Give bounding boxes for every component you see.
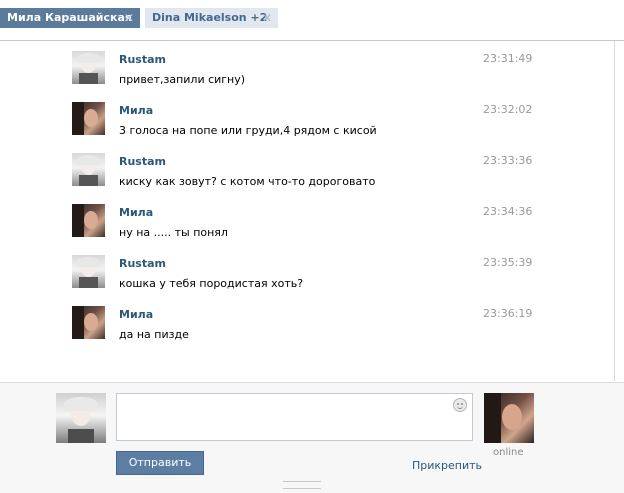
message-author[interactable]: Мила	[119, 104, 153, 117]
attach-link[interactable]: Прикрепить	[412, 459, 482, 472]
peer-avatar[interactable]	[484, 393, 534, 443]
message-time: 23:34:36	[483, 205, 533, 218]
message-text: киску как зовут? с котом что-то дорогова…	[119, 175, 376, 188]
avatar[interactable]	[72, 102, 105, 135]
close-icon[interactable]: ✕	[262, 8, 272, 28]
resize-handle[interactable]	[283, 481, 321, 489]
close-icon[interactable]: ✕	[124, 8, 134, 28]
message-row: Мила 3 голоса на попе или груди,4 рядом …	[72, 92, 542, 137]
compose-panel: Отправить Прикрепить online	[0, 382, 624, 493]
avatar[interactable]	[72, 204, 105, 237]
my-avatar[interactable]	[56, 393, 106, 443]
chat-tab-bar: Мила Карашайская ✕ Dina Mikaelson +2 ✕	[0, 0, 624, 41]
message-author[interactable]: Мила	[119, 206, 153, 219]
message-input[interactable]	[116, 393, 473, 441]
tab-mila[interactable]: Мила Карашайская ✕	[0, 8, 140, 28]
smile-icon[interactable]	[453, 398, 467, 412]
avatar[interactable]	[72, 306, 105, 339]
avatar[interactable]	[72, 255, 105, 288]
tab-dina[interactable]: Dina Mikaelson +2 ✕	[145, 8, 278, 28]
message-text: привет,запили сигну)	[119, 73, 246, 86]
message-row: Rustam киску как зовут? с котом что-то д…	[72, 143, 542, 188]
message-author[interactable]: Rustam	[119, 155, 166, 168]
message-row: Мила ну на ..... ты понял 23:34:36	[72, 194, 542, 239]
tab-label: Dina Mikaelson +2	[152, 11, 268, 24]
message-time: 23:36:19	[483, 307, 533, 320]
tab-label: Мила Карашайская	[7, 11, 132, 24]
message-text: ну на ..... ты понял	[119, 226, 228, 239]
message-time: 23:31:49	[483, 52, 533, 65]
message-text: 3 голоса на попе или груди,4 рядом с кис…	[119, 124, 377, 137]
peer-status: online	[493, 447, 524, 458]
message-author[interactable]: Rustam	[119, 53, 166, 66]
message-author[interactable]: Мила	[119, 308, 153, 321]
send-button[interactable]: Отправить	[116, 451, 204, 475]
avatar[interactable]	[72, 153, 105, 186]
message-time: 23:33:36	[483, 154, 533, 167]
message-history[interactable]: Rustam привет,запили сигну) 23:31:49 Мил…	[0, 41, 614, 381]
message-text: кошка у тебя породистая хоть?	[119, 277, 304, 290]
message-time: 23:32:02	[483, 103, 533, 116]
message-row: Rustam привет,запили сигну) 23:31:49	[72, 41, 542, 86]
message-row: Мила да на пизде 23:36:19	[72, 296, 542, 341]
message-text: да на пизде	[119, 328, 189, 341]
message-author[interactable]: Rustam	[119, 257, 166, 270]
divider	[614, 41, 615, 381]
message-time: 23:35:39	[483, 256, 533, 269]
avatar[interactable]	[72, 51, 105, 84]
message-row: Rustam кошка у тебя породистая хоть? 23:…	[72, 245, 542, 290]
